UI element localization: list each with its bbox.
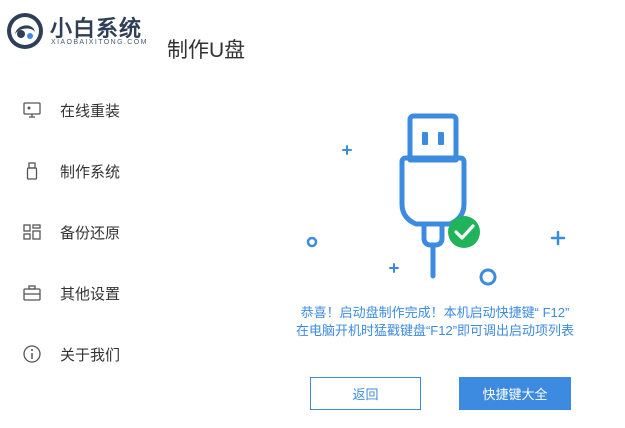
sidebar-item-online-reinstall[interactable]: 在线重装 [0,90,180,130]
sidebar-item-make-system[interactable]: 制作系统 [0,151,180,191]
usb-drive-icon [399,113,467,279]
page-title: 制作U盘 [167,39,246,62]
sparkle-icon [550,230,566,246]
usb-drive-icon [26,162,38,180]
ring-icon [306,236,318,248]
back-button[interactable]: 返回 [310,377,421,410]
sparkle-icon [389,263,399,273]
logo-icon [7,13,43,49]
sidebar-item-label: 在线重装 [60,102,121,120]
sidebar-item-label: 其他设置 [60,285,121,303]
shortcut-keys-button[interactable]: 快捷键大全 [459,377,571,410]
ring-icon [479,268,497,286]
sidebar-item-label: 备份还原 [60,224,121,242]
sidebar-item-backup-restore[interactable]: 备份还原 [0,212,180,252]
success-check-icon [448,216,480,248]
sidebar-item-label: 关于我们 [60,346,121,364]
grid-icon [23,224,41,240]
briefcase-icon [23,285,41,301]
info-icon [23,345,41,363]
sidebar-item-label: 制作系统 [60,163,121,181]
brand-subtitle: XIAOBAIXITONG.COM [51,39,148,46]
sparkle-icon [342,145,352,155]
sidebar-item-other-settings[interactable]: 其他设置 [0,273,180,313]
success-message: 恭喜！启动盘制作完成！本机启动快捷键“ F12” [300,305,570,320]
usb-success-illustration [306,113,566,286]
monitor-icon [23,102,41,118]
hint-message: 在电脑开机时猛戳键盘“F12”即可调出启动项列表 [295,323,575,338]
sidebar-item-about-us[interactable]: 关于我们 [0,334,180,374]
